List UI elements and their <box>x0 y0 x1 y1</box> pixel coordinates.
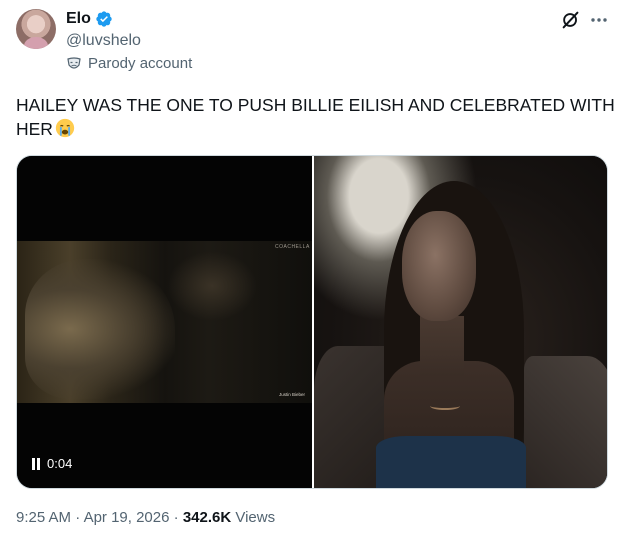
verified-badge-icon <box>96 11 112 27</box>
author-name-row: Elo <box>66 9 113 29</box>
pause-icon[interactable] <box>31 457 41 470</box>
author-handle[interactable]: @luvshelo <box>66 31 141 51</box>
video-player[interactable]: COACHELLA Justin Bieber 0:04 <box>17 156 312 488</box>
photo-jacket-right <box>524 356 607 488</box>
video-watermark: COACHELLA <box>275 244 310 250</box>
views-count[interactable]: 342.6K <box>183 509 231 526</box>
display-name[interactable]: Elo <box>66 9 91 29</box>
photo-necklace <box>430 402 460 410</box>
views-label: Views <box>231 509 276 526</box>
parody-label: Parody account <box>66 55 192 72</box>
more-icon[interactable] <box>588 9 610 31</box>
parody-mask-icon <box>67 56 81 69</box>
video-caption: Justin Bieber <box>279 392 306 397</box>
video-controls[interactable]: 0:04 <box>31 456 72 471</box>
photo-neck <box>420 316 464 376</box>
tweet-text-content: HAILEY WAS THE ONE TO PUSH BILLIE EILISH… <box>16 95 615 139</box>
crying-face-emoji <box>55 118 75 138</box>
photo-face <box>402 211 476 321</box>
tweet-date[interactable]: Apr 19, 2026 <box>84 509 170 526</box>
avatar[interactable] <box>16 9 56 49</box>
video-frame <box>17 241 312 403</box>
photo[interactable] <box>314 156 607 488</box>
tweet-meta: 9:25 AM · Apr 19, 2026 · 342.6K Views <box>16 508 275 528</box>
grok-icon[interactable] <box>560 9 582 31</box>
video-time: 0:04 <box>47 456 73 471</box>
parody-label-text: Parody account <box>88 55 193 72</box>
photo-top <box>376 436 526 488</box>
meta-separator: · <box>169 509 183 526</box>
tweet-text: HAILEY WAS THE ONE TO PUSH BILLIE EILISH… <box>16 93 616 141</box>
tweet-time[interactable]: 9:25 AM <box>16 509 71 526</box>
media-grid[interactable]: COACHELLA Justin Bieber 0:04 <box>16 155 608 489</box>
meta-separator: · <box>71 509 84 526</box>
